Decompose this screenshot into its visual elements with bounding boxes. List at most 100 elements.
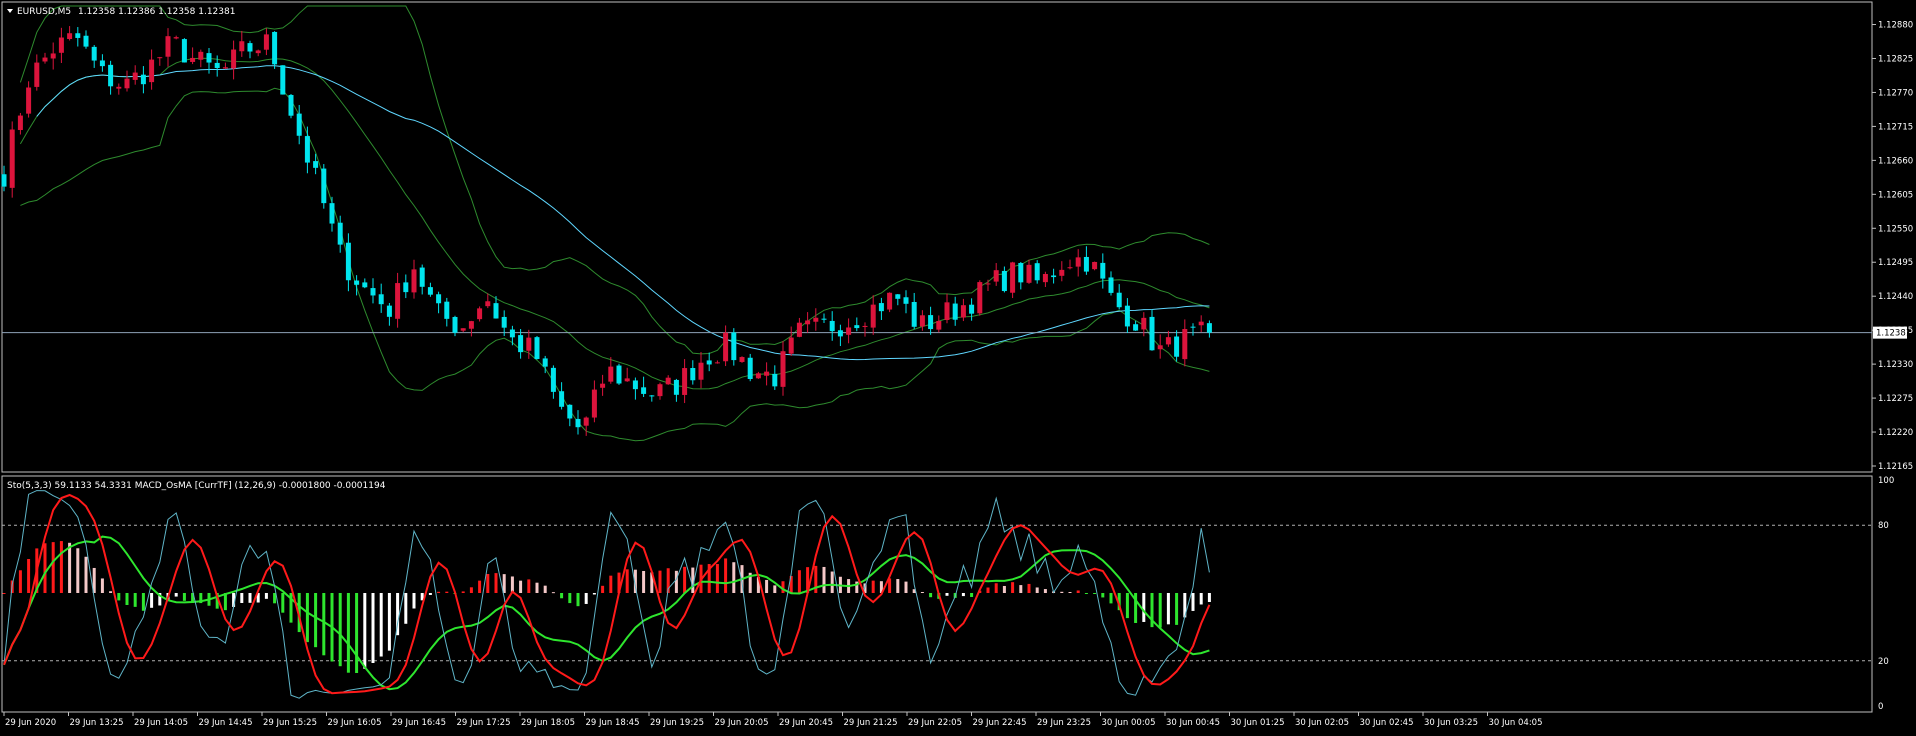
candle[interactable] — [362, 278, 368, 289]
candle[interactable] — [198, 49, 204, 68]
candle[interactable] — [485, 293, 491, 309]
candle[interactable] — [280, 65, 286, 95]
candle[interactable] — [444, 297, 450, 327]
candle[interactable] — [928, 306, 934, 335]
candle[interactable] — [706, 352, 712, 372]
candle[interactable] — [403, 274, 409, 299]
candle[interactable] — [124, 70, 130, 92]
candle[interactable] — [772, 365, 778, 390]
candle[interactable] — [903, 290, 909, 314]
candle[interactable] — [944, 293, 950, 324]
candle[interactable] — [509, 325, 515, 346]
candle[interactable] — [157, 56, 163, 66]
candle[interactable] — [378, 283, 384, 313]
candle[interactable] — [26, 81, 32, 118]
candle[interactable] — [1051, 268, 1057, 284]
candle[interactable] — [1190, 323, 1196, 336]
candle[interactable] — [575, 410, 581, 435]
candle[interactable] — [837, 324, 843, 347]
candle[interactable] — [714, 360, 720, 364]
candle[interactable] — [780, 341, 786, 396]
candle[interactable] — [386, 302, 392, 326]
candle[interactable] — [895, 294, 901, 306]
candle[interactable] — [419, 264, 425, 295]
candle[interactable] — [813, 308, 819, 331]
candle[interactable] — [993, 263, 999, 286]
candle[interactable] — [952, 296, 958, 326]
candle[interactable] — [75, 27, 81, 47]
candle[interactable] — [263, 28, 269, 56]
candle[interactable] — [1157, 334, 1163, 359]
candle[interactable] — [427, 282, 433, 297]
candle[interactable] — [829, 311, 835, 341]
candle[interactable] — [58, 27, 64, 64]
candle[interactable] — [673, 378, 679, 402]
candle[interactable] — [911, 292, 917, 330]
candle[interactable] — [1206, 320, 1212, 338]
candle[interactable] — [222, 62, 228, 70]
candle[interactable] — [960, 298, 966, 322]
candle[interactable] — [34, 54, 40, 91]
candle[interactable] — [370, 278, 376, 304]
candle[interactable] — [985, 279, 991, 292]
candle[interactable] — [477, 306, 483, 322]
trading-chart[interactable]: 1.12880 1.12825 1.12770 1.12715 1.12660 1.126… — [0, 0, 1916, 732]
candle[interactable] — [255, 49, 261, 57]
candle[interactable] — [108, 60, 114, 95]
candle[interactable] — [583, 416, 589, 436]
candle[interactable] — [460, 328, 466, 333]
candle[interactable] — [436, 291, 442, 314]
candle[interactable] — [231, 40, 237, 80]
symbol-dropdown-icon[interactable] — [7, 9, 13, 13]
candle[interactable] — [17, 112, 23, 135]
candle[interactable] — [731, 328, 737, 366]
candle[interactable] — [936, 315, 942, 333]
candle[interactable] — [42, 52, 48, 64]
candle[interactable] — [608, 357, 614, 384]
candle[interactable] — [747, 353, 753, 382]
candle[interactable] — [518, 329, 524, 359]
candle[interactable] — [641, 376, 647, 397]
candle[interactable] — [1149, 309, 1155, 351]
candle[interactable] — [755, 371, 761, 379]
candle[interactable] — [1133, 320, 1139, 331]
candle[interactable] — [1026, 259, 1032, 284]
candle[interactable] — [1067, 259, 1073, 270]
candle[interactable] — [1083, 246, 1089, 275]
candle[interactable] — [919, 310, 925, 331]
candle[interactable] — [1042, 271, 1048, 288]
candle[interactable] — [173, 35, 179, 40]
candle[interactable] — [337, 215, 343, 253]
candle[interactable] — [116, 83, 122, 95]
chart-canvas[interactable]: 1.12880 1.12825 1.12770 1.12715 1.12660 1.126… — [0, 0, 1916, 732]
candle[interactable] — [99, 54, 105, 72]
main-panel[interactable] — [1, 5, 1873, 442]
candle[interactable] — [1108, 271, 1114, 296]
candle[interactable] — [550, 365, 556, 399]
candle[interactable] — [395, 272, 401, 328]
candle[interactable] — [1018, 262, 1024, 290]
candle[interactable] — [739, 356, 745, 363]
candle[interactable] — [272, 31, 278, 69]
candle[interactable] — [181, 38, 187, 63]
oscillator-panel[interactable] — [2, 490, 1872, 699]
candle[interactable] — [149, 49, 155, 90]
candle[interactable] — [288, 93, 294, 119]
candle[interactable] — [805, 312, 811, 333]
candle[interactable] — [665, 375, 671, 385]
candle[interactable] — [764, 362, 770, 386]
candle[interactable] — [468, 320, 474, 337]
candle[interactable] — [1174, 330, 1180, 362]
candle[interactable] — [649, 395, 655, 402]
candle[interactable] — [846, 318, 852, 344]
candle[interactable] — [321, 164, 327, 209]
candle[interactable] — [91, 45, 97, 68]
candle[interactable] — [165, 28, 171, 67]
candle[interactable] — [329, 196, 335, 232]
candle[interactable] — [1001, 266, 1007, 293]
candle[interactable] — [969, 298, 975, 321]
candle[interactable] — [190, 47, 196, 65]
candle[interactable] — [1092, 261, 1098, 271]
candle[interactable] — [67, 26, 73, 41]
candle[interactable] — [870, 295, 876, 335]
